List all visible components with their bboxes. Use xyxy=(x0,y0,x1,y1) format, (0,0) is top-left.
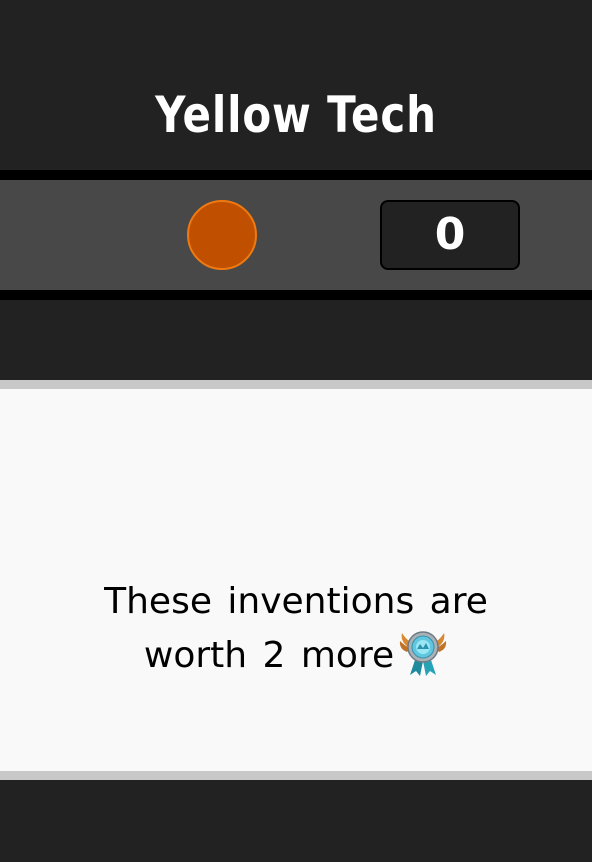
message-line-2-wrap: worth 2 more xyxy=(0,629,592,683)
info-message: These inventions are worth 2 more xyxy=(0,575,592,683)
player-token[interactable] xyxy=(187,200,257,270)
game-screen: Yellow Tech 0 These inventions are worth… xyxy=(0,0,592,862)
panel-divider-top xyxy=(0,380,592,389)
message-line-2: worth 2 more xyxy=(143,635,395,676)
message-line-1: These inventions are xyxy=(104,581,488,622)
tech-title: Yellow Tech xyxy=(155,86,437,144)
score-counter: 0 xyxy=(380,200,520,270)
medal-icon xyxy=(400,631,447,676)
panel-divider-bottom xyxy=(0,771,592,780)
